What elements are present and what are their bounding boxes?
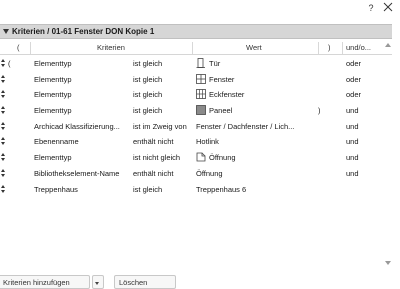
row-open-paren[interactable]: ( bbox=[8, 59, 11, 68]
row-criterion[interactable]: Bibliothekselement-Name bbox=[34, 169, 119, 178]
col-andor[interactable]: und/o... bbox=[346, 43, 371, 52]
row-value[interactable]: Fenster bbox=[209, 75, 234, 84]
row-value[interactable]: Fenster / Dachfenster / Lich... bbox=[196, 122, 294, 131]
row-andor[interactable]: und bbox=[346, 153, 359, 162]
reorder-handle-icon[interactable] bbox=[1, 168, 7, 178]
table-row[interactable]: ( Elementtyp ist gleich Tür oder bbox=[0, 56, 392, 72]
add-criteria-button[interactable]: Kriterien hinzufügen bbox=[0, 275, 90, 289]
row-andor[interactable]: und bbox=[346, 106, 359, 115]
close-icon bbox=[383, 2, 393, 12]
row-operator[interactable]: enthält nicht bbox=[133, 137, 173, 146]
table-row[interactable]: Ebenenname enthält nicht Hotlink und bbox=[0, 134, 392, 150]
collapse-triangle-icon[interactable] bbox=[3, 29, 9, 34]
row-operator[interactable]: ist gleich bbox=[133, 59, 162, 68]
row-andor[interactable]: und bbox=[346, 122, 359, 131]
row-operator[interactable]: enthält nicht bbox=[133, 169, 173, 178]
criteria-section-header[interactable]: Kriterien / 01-61 Fenster DON Kopie 1 bbox=[0, 24, 392, 39]
table-row[interactable]: Bibliothekselement-Name enthält nicht Öf… bbox=[0, 166, 392, 182]
col-criteria[interactable]: Kriterien bbox=[97, 43, 125, 52]
reorder-handle-icon[interactable] bbox=[1, 74, 7, 84]
scroll-down-icon[interactable] bbox=[385, 261, 391, 265]
dialog-titlebar: ? bbox=[0, 0, 400, 20]
row-operator[interactable]: ist gleich bbox=[133, 90, 162, 99]
table-row[interactable]: Elementtyp ist gleich Paneel ) und bbox=[0, 103, 392, 119]
row-value[interactable]: Treppenhaus 6 bbox=[196, 185, 246, 194]
criteria-table: ( Elementtyp ist gleich Tür oder Element… bbox=[0, 56, 392, 197]
row-criterion[interactable]: Elementtyp bbox=[34, 59, 72, 68]
col-open-paren[interactable]: ( bbox=[17, 43, 20, 52]
reorder-handle-icon[interactable] bbox=[1, 121, 7, 131]
row-criterion[interactable]: Elementtyp bbox=[34, 75, 72, 84]
row-value[interactable]: Öffnung bbox=[209, 153, 236, 162]
row-operator[interactable]: ist nicht gleich bbox=[133, 153, 180, 162]
reorder-handle-icon[interactable] bbox=[1, 89, 7, 99]
reorder-handle-icon[interactable] bbox=[1, 136, 7, 146]
row-criterion[interactable]: Elementtyp bbox=[34, 90, 72, 99]
door-icon bbox=[196, 58, 205, 68]
row-value[interactable]: Hotlink bbox=[196, 137, 219, 146]
row-criterion[interactable]: Ebenenname bbox=[34, 137, 79, 146]
row-criterion[interactable]: Elementtyp bbox=[34, 106, 72, 115]
row-operator[interactable]: ist im Zweig von bbox=[133, 122, 187, 131]
panel-icon bbox=[196, 105, 206, 115]
row-operator[interactable]: ist gleich bbox=[133, 75, 162, 84]
add-criteria-dropdown-button[interactable] bbox=[92, 275, 104, 289]
col-value[interactable]: Wert bbox=[246, 43, 262, 52]
window-icon bbox=[196, 73, 206, 84]
table-row[interactable]: Elementtyp ist gleich Eckfenster oder bbox=[0, 87, 392, 103]
section-title: Kriterien / 01-61 Fenster DON Kopie 1 bbox=[12, 27, 155, 36]
row-value[interactable]: Öffnung bbox=[196, 169, 223, 178]
corner-window-icon bbox=[196, 89, 206, 100]
delete-button[interactable]: Löschen bbox=[114, 275, 176, 289]
row-value[interactable]: Tür bbox=[209, 59, 220, 68]
reorder-handle-icon[interactable] bbox=[1, 105, 7, 115]
reorder-handle-icon[interactable] bbox=[1, 58, 7, 68]
row-andor[interactable]: oder bbox=[346, 90, 361, 99]
row-value[interactable]: Paneel bbox=[209, 106, 232, 115]
reorder-handle-icon[interactable] bbox=[1, 184, 7, 194]
row-operator[interactable]: ist gleich bbox=[133, 185, 162, 194]
chevron-down-icon bbox=[95, 282, 99, 285]
row-criterion[interactable]: Archicad Klassifizierung... bbox=[34, 122, 120, 131]
table-row[interactable]: Elementtyp ist nicht gleich Öffnung und bbox=[0, 150, 392, 166]
col-close-paren[interactable]: ) bbox=[328, 43, 331, 52]
row-andor[interactable]: oder bbox=[346, 59, 361, 68]
table-row[interactable]: Treppenhaus ist gleich Treppenhaus 6 bbox=[0, 182, 392, 198]
table-header: ( Kriterien Wert ) und/o... bbox=[0, 42, 392, 55]
row-criterion[interactable]: Treppenhaus bbox=[34, 185, 78, 194]
table-row[interactable]: Archicad Klassifizierung... ist im Zweig… bbox=[0, 119, 392, 135]
close-button[interactable] bbox=[380, 0, 396, 16]
row-value[interactable]: Eckfenster bbox=[209, 90, 244, 99]
opening-icon bbox=[196, 152, 206, 162]
row-andor[interactable]: und bbox=[346, 137, 359, 146]
scroll-up-icon[interactable] bbox=[385, 43, 391, 47]
table-row[interactable]: Elementtyp ist gleich Fenster oder bbox=[0, 72, 392, 88]
help-button[interactable]: ? bbox=[364, 1, 378, 15]
row-andor[interactable]: oder bbox=[346, 75, 361, 84]
row-criterion[interactable]: Elementtyp bbox=[34, 153, 72, 162]
vertical-scrollbar[interactable] bbox=[384, 42, 392, 268]
row-close-paren[interactable]: ) bbox=[318, 106, 321, 115]
row-andor[interactable]: und bbox=[346, 169, 359, 178]
row-operator[interactable]: ist gleich bbox=[133, 106, 162, 115]
reorder-handle-icon[interactable] bbox=[1, 152, 7, 162]
